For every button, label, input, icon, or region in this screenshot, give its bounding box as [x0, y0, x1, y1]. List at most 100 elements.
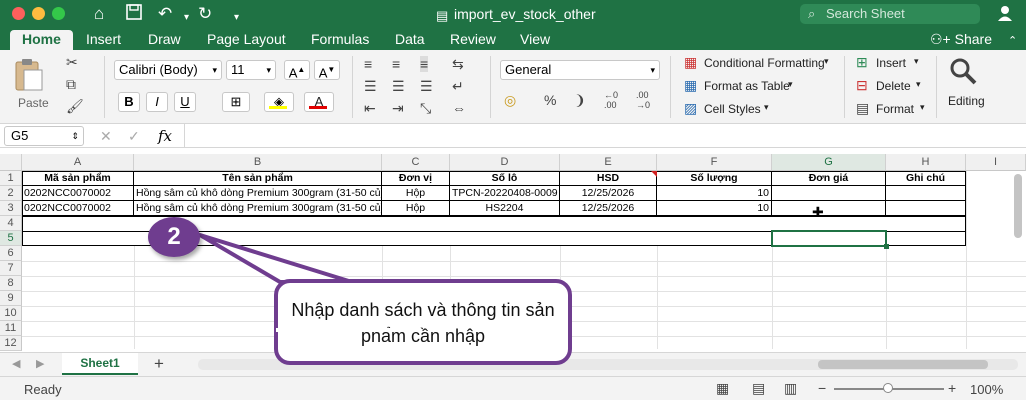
text-direction-icon[interactable]: ⤡ — [420, 100, 431, 117]
data-cell[interactable]: Hộp — [382, 201, 450, 216]
zoom-window-button[interactable] — [52, 7, 65, 20]
column-header[interactable]: I — [966, 154, 1026, 171]
number-format-select[interactable]: General ▾ — [500, 60, 660, 80]
underline-button[interactable]: U — [174, 92, 196, 112]
header-cell[interactable]: Đơn vị — [382, 171, 450, 186]
align-left-icon[interactable]: ☰ — [364, 78, 377, 95]
font-color-button[interactable]: A — [304, 92, 334, 112]
select-all-corner[interactable] — [0, 154, 22, 171]
cancel-formula-icon[interactable]: ✕ — [100, 128, 112, 145]
add-sheet-icon[interactable]: + — [154, 354, 164, 374]
column-header[interactable]: A — [22, 154, 134, 171]
data-cell[interactable] — [772, 186, 886, 201]
horizontal-scrollbar-thumb[interactable] — [818, 360, 988, 369]
row-header[interactable]: 7 — [0, 261, 22, 276]
header-cell[interactable]: Mã sản phẩm — [22, 171, 134, 186]
data-cell[interactable] — [886, 186, 966, 201]
column-header[interactable]: D — [450, 154, 560, 171]
format-cells-button[interactable]: Format — [876, 102, 914, 116]
row-header[interactable]: 11 — [0, 321, 22, 336]
page-layout-view-icon[interactable]: ▤ — [752, 380, 765, 397]
row-header[interactable]: 10 — [0, 306, 22, 321]
align-top-icon[interactable]: ≡ — [364, 56, 372, 72]
row-header[interactable]: 8 — [0, 276, 22, 291]
data-cell[interactable]: 0202NCC0070002 — [22, 201, 134, 216]
fill-handle[interactable] — [884, 244, 889, 249]
column-header[interactable]: E — [560, 154, 657, 171]
save-icon[interactable] — [126, 4, 142, 25]
tab-data[interactable]: Data — [395, 30, 425, 50]
row-header[interactable]: 2 — [0, 186, 22, 201]
decrease-decimal-icon[interactable]: .00 →0 — [636, 90, 650, 110]
tab-view[interactable]: View — [520, 30, 550, 50]
redo-icon[interactable]: ↻ — [198, 4, 212, 24]
insert-cells-button[interactable]: Insert — [876, 56, 906, 70]
data-cell[interactable]: 10 — [657, 186, 772, 201]
data-cell[interactable]: 0202NCC0070002 — [22, 186, 134, 201]
row-header[interactable]: 1 — [0, 171, 22, 186]
row-header[interactable]: 12 — [0, 336, 22, 351]
align-middle-icon[interactable]: ≡ — [392, 56, 400, 72]
cell-styles-button[interactable]: Cell Styles — [704, 102, 761, 116]
enter-formula-icon[interactable]: ✓ — [128, 128, 140, 145]
data-cell[interactable]: Hộp — [382, 186, 450, 201]
ribbon-collapse-icon[interactable]: ⌃ — [1008, 32, 1017, 52]
delete-cells-button[interactable]: Delete — [876, 79, 911, 93]
accounting-format-icon[interactable]: ◎ — [504, 92, 516, 109]
undo-dropdown-icon[interactable]: ▾ — [184, 8, 189, 28]
undo-icon[interactable]: ↶ — [158, 4, 172, 24]
percent-style-icon[interactable]: % — [544, 92, 556, 108]
comment-indicator[interactable] — [651, 171, 657, 177]
zoom-level[interactable]: 100% — [970, 382, 1003, 397]
increase-decimal-icon[interactable]: ←0.00 — [604, 90, 618, 110]
orientation-icon[interactable]: ⇆ — [452, 56, 464, 73]
vertical-scrollbar-thumb[interactable] — [1014, 174, 1022, 238]
tab-formulas[interactable]: Formulas — [311, 30, 369, 50]
header-cell[interactable]: HSD — [560, 171, 657, 186]
column-header[interactable]: C — [382, 154, 450, 171]
header-cell[interactable]: Đơn giá — [772, 171, 886, 186]
copy-icon[interactable]: ⧉ — [66, 76, 76, 93]
format-painter-icon[interactable]: 🖌 — [66, 98, 84, 115]
data-cell[interactable] — [886, 201, 966, 216]
align-bottom-icon[interactable]: ≡ — [420, 56, 429, 72]
name-box[interactable]: G5 ⇕ — [4, 126, 84, 146]
next-sheet-icon[interactable]: ▶ — [36, 357, 44, 370]
data-cell[interactable]: HS2204 — [450, 201, 560, 216]
selected-cell-outline[interactable] — [771, 230, 887, 247]
customize-toolbar-icon[interactable]: ▾ — [234, 8, 239, 28]
editing-button[interactable] — [948, 56, 978, 89]
data-cell[interactable]: 12/25/2026 — [560, 186, 657, 201]
share-button[interactable]: ⚇+ Share — [930, 30, 992, 50]
conditional-formatting-button[interactable]: Conditional Formatting — [704, 56, 825, 70]
page-break-view-icon[interactable]: ▥ — [784, 380, 797, 397]
align-right-icon[interactable]: ☰ — [420, 78, 433, 95]
data-cell[interactable]: 12/25/2026 — [560, 201, 657, 216]
header-cell[interactable]: Số lượng — [657, 171, 772, 186]
tab-page-layout[interactable]: Page Layout — [207, 30, 286, 50]
zoom-in-icon[interactable]: + — [948, 380, 956, 396]
zoom-out-icon[interactable]: − — [818, 380, 826, 396]
tab-insert[interactable]: Insert — [86, 30, 121, 50]
data-cell[interactable] — [772, 201, 886, 216]
zoom-slider-thumb[interactable] — [883, 383, 893, 393]
borders-button[interactable]: ⊞ — [222, 92, 250, 112]
tab-home[interactable]: Home — [10, 30, 73, 50]
insert-function-icon[interactable]: fx — [158, 127, 172, 145]
header-cell[interactable]: Ghi chú — [886, 171, 966, 186]
header-cell[interactable]: Số lô — [450, 171, 560, 186]
row-header[interactable]: 5 — [0, 231, 22, 246]
data-cell[interactable]: Hồng sâm củ khô dòng Premium 300gram (31… — [134, 186, 382, 201]
column-header[interactable]: G — [772, 154, 886, 171]
normal-view-icon[interactable]: ▦ — [716, 380, 729, 397]
increase-indent-icon[interactable]: ⇥ — [392, 100, 404, 117]
data-cell[interactable]: 10 — [657, 201, 772, 216]
search-sheet-input[interactable]: ⌕ Search Sheet — [800, 4, 980, 24]
wrap-text-icon[interactable]: ↵ — [452, 78, 464, 95]
format-as-table-button[interactable]: Format as Table — [704, 79, 790, 93]
tab-draw[interactable]: Draw — [148, 30, 181, 50]
data-cell[interactable]: Hồng sâm củ khô dòng Premium 300gram (31… — [134, 201, 382, 216]
cut-icon[interactable]: ✂ — [66, 54, 78, 71]
font-size-select[interactable]: 11 ▾ — [226, 60, 276, 80]
header-cell[interactable]: Tên sản phẩm — [134, 171, 382, 186]
